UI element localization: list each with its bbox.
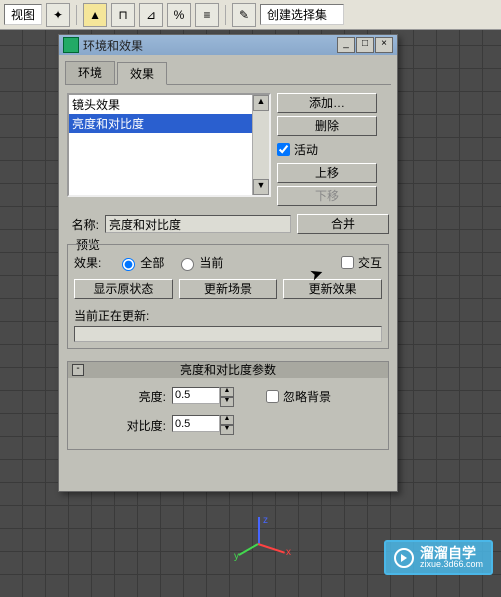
- close-button[interactable]: ×: [375, 37, 393, 53]
- interactive-checkbox[interactable]: 交互: [341, 252, 382, 273]
- effects-listbox[interactable]: 镜头效果 亮度和对比度 ▲▼: [67, 93, 271, 197]
- view-dropdown[interactable]: 视图: [4, 4, 42, 25]
- update-progress: [74, 326, 382, 342]
- radio-current[interactable]: 当前: [176, 254, 223, 271]
- dialog-app-icon: [63, 37, 79, 53]
- contrast-spin-up[interactable]: ▲: [220, 415, 234, 425]
- delete-button[interactable]: 删除: [277, 116, 377, 136]
- maximize-button[interactable]: □: [356, 37, 374, 53]
- listbox-scrollbar[interactable]: ▲▼: [252, 95, 269, 195]
- move-down-button: 下移: [277, 186, 377, 206]
- dialog-tabs: 环境 效果: [65, 61, 391, 85]
- dialog-title: 环境和效果: [83, 37, 337, 54]
- axis-gizmo[interactable]: z x y: [240, 517, 280, 557]
- environment-effects-dialog: 环境和效果 _ □ × 环境 效果 镜头效果 亮度和对比度 ▲▼ 添加… 删除 …: [58, 34, 398, 492]
- watermark: 溜溜自学 zixue.3d66.com: [384, 540, 493, 575]
- named-selection-dropdown[interactable]: 创建选择集: [260, 4, 344, 25]
- updating-label: 当前正在更新:: [74, 309, 149, 323]
- active-checkbox-input[interactable]: [277, 143, 290, 156]
- app-toolbar: 视图 ✦ ▲ ⊓ ⊿ % ≡ ✎ 创建选择集: [0, 0, 501, 30]
- watermark-title: 溜溜自学: [420, 546, 483, 560]
- toolbar-arrow-up-icon[interactable]: ▲: [83, 3, 107, 27]
- radio-all[interactable]: 全部: [117, 254, 164, 271]
- params-header[interactable]: - 亮度和对比度参数: [68, 362, 388, 378]
- spinner-snap-icon[interactable]: ≡: [195, 3, 219, 27]
- brightness-label: 亮度:: [76, 388, 166, 405]
- preview-group: 效果: 全部 当前 交互 显示原状态 更新场景 更新效果: [67, 244, 389, 349]
- brightness-spin-down[interactable]: ▼: [220, 397, 234, 407]
- name-label: 名称:: [67, 216, 99, 233]
- update-effect-button[interactable]: 更新效果: [283, 279, 382, 299]
- contrast-spin-down[interactable]: ▼: [220, 425, 234, 435]
- tab-effects[interactable]: 效果: [117, 62, 167, 85]
- toolbar-restrict-icon[interactable]: ✦: [46, 3, 70, 27]
- collapse-icon[interactable]: -: [72, 364, 84, 376]
- brightness-input[interactable]: [172, 387, 220, 404]
- effect-radio-label: 效果:: [74, 254, 101, 271]
- merge-button[interactable]: 合并: [297, 214, 389, 234]
- name-input[interactable]: [105, 215, 291, 233]
- play-icon: [394, 548, 414, 568]
- angle-snap-icon[interactable]: ⊿: [139, 3, 163, 27]
- brightness-contrast-params: - 亮度和对比度参数 亮度: ▲▼ 忽略背景 对比度: ▲▼: [67, 361, 389, 450]
- list-item[interactable]: 亮度和对比度: [69, 114, 269, 133]
- watermark-url: zixue.3d66.com: [420, 560, 483, 569]
- contrast-input[interactable]: [172, 415, 220, 432]
- percent-snap-icon[interactable]: %: [167, 3, 191, 27]
- dialog-titlebar[interactable]: 环境和效果 _ □ ×: [59, 35, 397, 55]
- contrast-label: 对比度:: [76, 417, 166, 434]
- list-item[interactable]: 镜头效果: [69, 95, 269, 114]
- brightness-spin-up[interactable]: ▲: [220, 387, 234, 397]
- active-checkbox-label: 活动: [294, 141, 318, 158]
- edit-named-sel-icon[interactable]: ✎: [232, 3, 256, 27]
- move-up-button[interactable]: 上移: [277, 163, 377, 183]
- active-checkbox[interactable]: 活动: [277, 139, 377, 160]
- minimize-button[interactable]: _: [337, 37, 355, 53]
- add-button[interactable]: 添加…: [277, 93, 377, 113]
- update-scene-button[interactable]: 更新场景: [179, 279, 278, 299]
- snap-icon[interactable]: ⊓: [111, 3, 135, 27]
- tab-environment[interactable]: 环境: [65, 61, 115, 84]
- show-original-button[interactable]: 显示原状态: [74, 279, 173, 299]
- ignore-bg-checkbox[interactable]: 忽略背景: [266, 386, 331, 407]
